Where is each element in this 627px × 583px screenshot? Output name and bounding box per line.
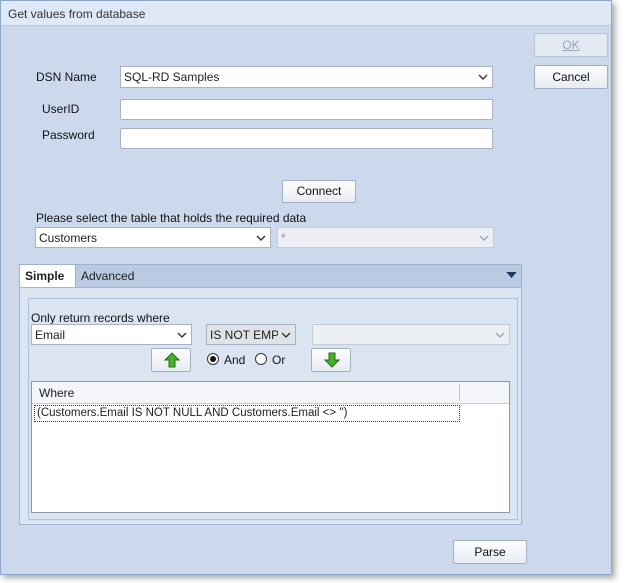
password-label: Password [42, 128, 95, 142]
chevron-down-icon [281, 332, 291, 338]
cancel-button-label: Cancel [552, 70, 590, 84]
operator-value: IS NOT EMPTY [210, 328, 278, 342]
where-grid[interactable]: Where (Customers.Email IS NOT NULL AND C… [31, 381, 510, 513]
ok-button-label: OK [562, 38, 580, 52]
connect-button-label: Connect [296, 184, 342, 198]
where-row-text: (Customers.Email IS NOT NULL AND Custome… [37, 407, 348, 419]
parse-button[interactable]: Parse [453, 540, 527, 564]
and-label: And [224, 353, 246, 367]
tab-advanced-label: Advanced [81, 269, 135, 283]
tab-simple-label: Simple [25, 269, 65, 283]
dialog-window: Get values from database OK Cancel DSN N… [0, 0, 612, 575]
where-column-header: Where [39, 386, 75, 400]
and-radio[interactable] [207, 353, 219, 365]
tab-simple[interactable]: Simple [20, 265, 76, 288]
green-down-arrow-icon [324, 352, 340, 368]
move-up-button[interactable] [151, 348, 191, 372]
or-label: Or [272, 353, 286, 367]
connect-button[interactable]: Connect [282, 180, 356, 203]
table-value: Customers [39, 231, 98, 245]
table-select[interactable]: Customers [35, 227, 271, 248]
dsn-value: SQL-RD Samples [124, 70, 220, 84]
value-select[interactable] [312, 324, 510, 345]
dsn-label: DSN Name [36, 70, 97, 84]
dropdown-triangle-icon[interactable] [506, 272, 517, 279]
userid-field[interactable] [120, 99, 493, 120]
tab-strip: Simple Advanced [19, 264, 522, 288]
chevron-down-icon [177, 332, 187, 338]
field-value: Email [35, 328, 66, 342]
ok-button[interactable]: OK [534, 33, 608, 57]
cancel-button[interactable]: Cancel [534, 65, 608, 89]
window-title: Get values from database [8, 7, 146, 21]
chevron-down-icon [478, 74, 488, 80]
field-select[interactable]: Email [31, 324, 192, 345]
chevron-down-icon [495, 332, 505, 338]
operator-select[interactable]: IS NOT EMPTY [206, 324, 296, 345]
filter-label: Only return records where [31, 311, 170, 325]
or-radio[interactable] [255, 353, 267, 365]
where-row[interactable]: (Customers.Email IS NOT NULL AND Custome… [34, 405, 460, 422]
green-up-arrow-icon [164, 352, 180, 368]
chevron-down-icon [479, 235, 489, 241]
password-field[interactable] [120, 128, 493, 149]
column-divider[interactable] [459, 384, 460, 401]
column-select[interactable]: * [277, 227, 494, 248]
dsn-select[interactable]: SQL-RD Samples [120, 66, 493, 88]
table-prompt: Please select the table that holds the r… [36, 211, 307, 225]
userid-label: UserID [42, 102, 80, 116]
parse-button-label: Parse [474, 545, 506, 559]
where-grid-header: Where [32, 382, 509, 404]
move-down-button[interactable] [311, 348, 351, 372]
tab-advanced[interactable]: Advanced [76, 265, 146, 288]
column-value: * [281, 231, 286, 245]
title-bar: Get values from database [1, 1, 611, 26]
chevron-down-icon [256, 235, 266, 241]
